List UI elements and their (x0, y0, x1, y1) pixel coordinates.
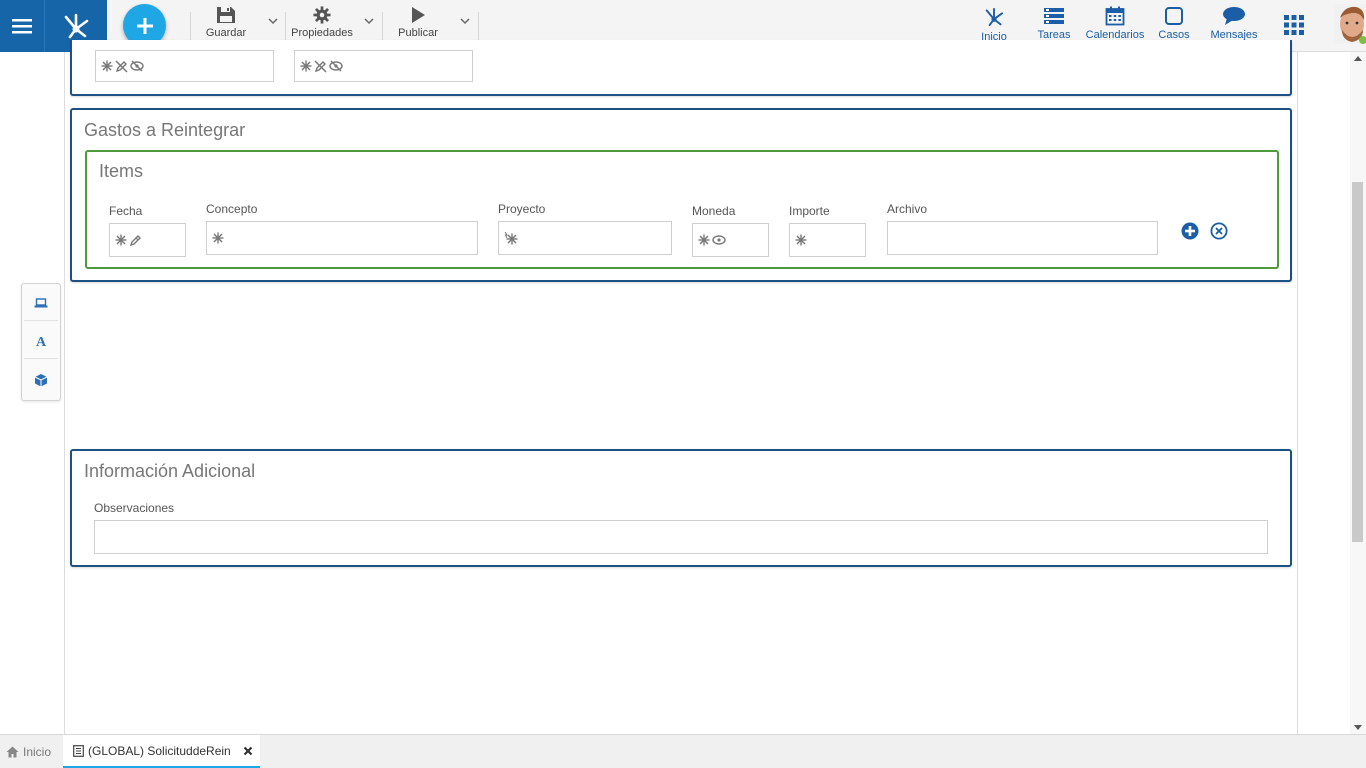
speech-bubble-icon (1223, 7, 1245, 25)
add-row-button[interactable] (1181, 222, 1199, 245)
gear-icon (313, 6, 331, 24)
logo-icon (64, 13, 89, 39)
bottom-tab-bar: Inicio (GLOBAL) SolicituddeRein (0, 734, 1366, 768)
remove-row-button[interactable] (1210, 222, 1228, 245)
moneda-label: Moneda (692, 204, 736, 218)
nav-tasks[interactable]: Tareas (1035, 6, 1073, 41)
calendar-icon (1105, 6, 1125, 26)
cube-icon (34, 374, 48, 387)
close-icon[interactable] (243, 746, 253, 756)
floppy-disk-icon (217, 7, 235, 23)
plus-circle-icon (1181, 222, 1199, 240)
plus-icon (136, 17, 153, 34)
grid-icon (1284, 15, 1304, 35)
toolbox-components-button[interactable] (24, 362, 58, 398)
archivo-label: Archivo (887, 202, 928, 216)
nav-messages[interactable]: Mensajes (1209, 6, 1259, 41)
cases-icon (1165, 7, 1183, 25)
chevron-down-icon[interactable] (460, 17, 470, 25)
toolbar-separator (382, 12, 383, 42)
eye-off-icon (329, 60, 343, 72)
scroll-up-arrow-icon[interactable] (1354, 56, 1362, 61)
previous-field-2[interactable] (294, 50, 473, 82)
home-icon (6, 746, 19, 758)
letter-a-icon: A (36, 335, 47, 348)
fecha-field[interactable] (109, 223, 186, 257)
asterisk-icon (101, 60, 113, 72)
scrollbar-thumb[interactable] (1352, 182, 1363, 542)
eye-off-icon (130, 60, 144, 72)
chevron-down-icon[interactable] (364, 17, 374, 25)
chevron-down-icon[interactable] (268, 17, 278, 25)
nav-calendars[interactable]: Calendarios (1085, 6, 1145, 41)
pencil-off-icon (115, 60, 128, 72)
asterisk-icon (212, 232, 224, 244)
observaciones-label: Observaciones (94, 501, 175, 515)
tab-form[interactable]: (GLOBAL) SolicituddeRein (63, 735, 260, 768)
tab-home[interactable]: Inicio (6, 735, 51, 768)
asterisk-lightning-icon (504, 231, 518, 244)
properties-label: Propiedades (291, 27, 353, 39)
info-panel-title: Información Adicional (84, 461, 256, 481)
asterisk-icon (698, 234, 710, 246)
left-toolbox: A (21, 283, 61, 401)
toolbar-separator (285, 12, 286, 42)
proyecto-label: Proyecto (498, 202, 546, 216)
toolbox-controls-button[interactable] (24, 285, 58, 321)
proyecto-field[interactable] (498, 221, 672, 255)
items-subpanel: Items Fecha Concepto Proyecto Moneda Imp… (85, 150, 1279, 269)
toolbar-separator (190, 12, 191, 42)
gastos-panel: Gastos a Reintegrar Items Fecha Concepto… (70, 108, 1292, 282)
pencil-off-icon (314, 60, 327, 72)
document-icon (73, 744, 84, 757)
gastos-panel-title: Gastos a Reintegrar (84, 120, 246, 140)
scroll-down-arrow-icon[interactable] (1354, 725, 1362, 730)
close-circle-icon (1210, 222, 1228, 240)
avatar-icon (1334, 4, 1366, 44)
content-left-border (64, 52, 65, 734)
vertical-scrollbar[interactable] (1350, 52, 1366, 734)
tab-form-label: (GLOBAL) SolicituddeRein (88, 743, 231, 758)
network-home-icon (985, 7, 1004, 27)
hamburger-menu-button[interactable] (0, 0, 44, 52)
previous-section-panel (70, 40, 1292, 96)
toolbox-text-button[interactable]: A (24, 323, 58, 359)
importe-label: Importe (789, 204, 830, 218)
asterisk-icon (115, 234, 127, 246)
archivo-field[interactable] (887, 221, 1158, 255)
asterisk-icon (300, 60, 312, 72)
hamburger-icon (12, 19, 32, 34)
concepto-label: Concepto (206, 202, 258, 216)
items-subpanel-title: Items (99, 161, 144, 181)
asterisk-icon (795, 234, 807, 246)
user-avatar[interactable] (1334, 4, 1366, 44)
publish-label: Publicar (398, 27, 438, 39)
tasks-icon (1044, 8, 1064, 24)
save-label: Guardar (205, 27, 247, 39)
svg-text:A: A (36, 335, 47, 348)
laptop-icon (34, 297, 48, 307)
toolbar-separator (478, 12, 479, 42)
nav-home[interactable]: Inicio (976, 6, 1012, 43)
eye-icon (712, 235, 726, 245)
pencil-icon (129, 234, 141, 246)
moneda-field[interactable] (692, 223, 769, 257)
play-icon (412, 7, 425, 23)
nav-cases[interactable]: Casos (1157, 6, 1191, 41)
fecha-label: Fecha (109, 204, 143, 218)
importe-field[interactable] (789, 223, 866, 257)
apps-grid-button[interactable] (1283, 14, 1305, 41)
content-right-border (1297, 52, 1298, 734)
info-adicional-panel: Información Adicional Observaciones (70, 449, 1292, 567)
tab-home-label: Inicio (23, 745, 52, 759)
observaciones-field[interactable] (94, 520, 1268, 554)
previous-field-1[interactable] (95, 50, 274, 82)
concepto-field[interactable] (206, 221, 478, 255)
